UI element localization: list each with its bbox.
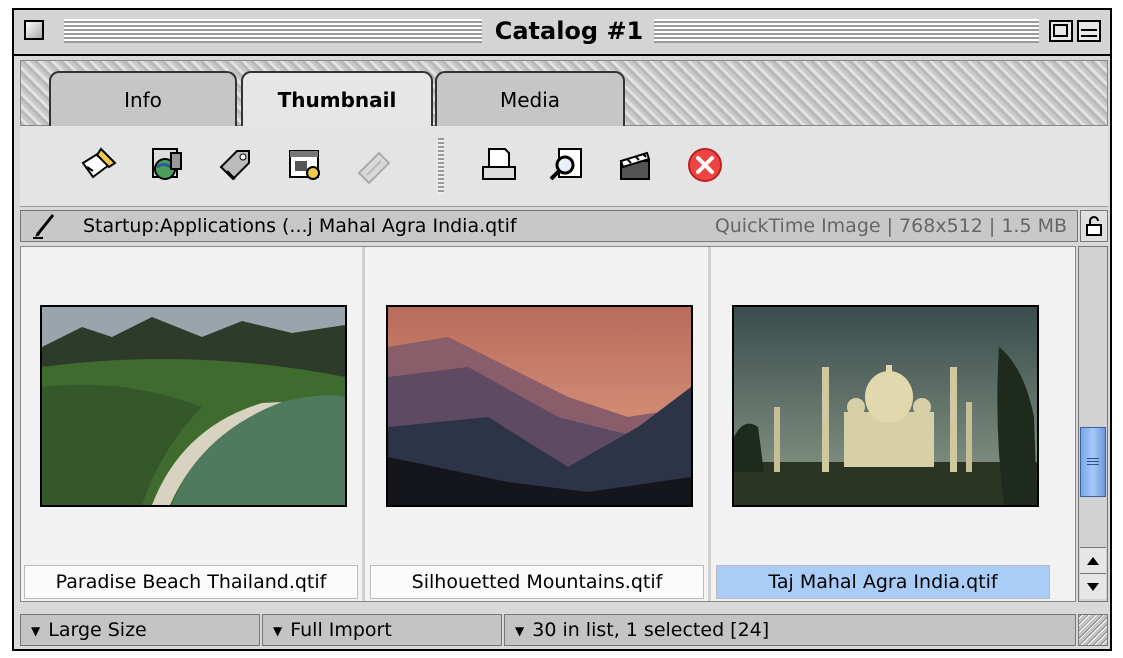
vertical-scrollbar[interactable] [1078,246,1108,602]
thumbnail-caption[interactable]: Paradise Beach Thailand.qtif [24,565,358,599]
filmstrip-icon[interactable] [350,142,396,188]
tab-thumbnail[interactable]: Thumbnail [241,71,433,129]
zoom-box[interactable] [1049,20,1073,42]
tab-strip: Info Thumbnail Media [20,60,1108,129]
toolbar [20,126,1108,207]
path-bar: Startup:Applications (...j Mahal Agra In… [20,210,1078,242]
size-popup[interactable]: ▼ Large Size [20,614,260,646]
window-title: Catalog #1 [494,17,644,45]
size-popup-label: Large Size [48,619,147,641]
pencil-icon [31,211,61,248]
edit-icon[interactable] [76,142,122,188]
scroll-up-arrow-icon[interactable] [1080,547,1106,573]
tab-info[interactable]: Info [49,71,237,127]
popup-triangle-icon: ▼ [31,623,41,638]
magnify-icon[interactable] [544,142,590,188]
clapper-icon[interactable] [612,142,658,188]
thumbnail-caption[interactable]: Silhouetted Mountains.qtif [370,565,704,599]
thumbnail-cell[interactable]: Silhouetted Mountains.qtif [367,247,711,601]
thumbnail-grid: Paradise Beach Thailand.qtif Silhouetted… [20,246,1076,602]
catalog-window: Catalog #1 Info Thumbnail Media Startup:… [12,8,1112,651]
import-popup[interactable]: ▼ Full Import [262,614,502,646]
list-count-label: 30 in list, 1 selected [24] [532,619,770,641]
thumbnail-caption-selected[interactable]: Taj Mahal Agra India.qtif [716,565,1050,599]
thumbnail-image-beach[interactable] [40,305,347,507]
print-icon[interactable] [476,142,522,188]
import-popup-label: Full Import [290,619,392,641]
thumbnail-image-taj-mahal[interactable] [732,305,1039,507]
tag-icon[interactable] [212,142,258,188]
scroll-down-arrow-icon[interactable] [1080,573,1106,599]
scrollbar-thumb[interactable] [1080,427,1106,497]
toolbar-separator [438,138,444,194]
resize-grip-icon[interactable] [1078,614,1108,646]
thumbnail-image-mountains[interactable] [386,305,693,507]
file-path: Startup:Applications (...j Mahal Agra In… [83,215,517,237]
list-count-popup[interactable]: ▼ 30 in list, 1 selected [24] [504,614,1076,646]
form-icon[interactable] [282,142,328,188]
thumbnail-cell[interactable]: Paradise Beach Thailand.qtif [21,247,365,601]
tab-media[interactable]: Media [435,71,625,127]
title-bar-stripes [64,19,482,43]
popup-triangle-icon: ▼ [515,623,525,638]
title-bar-stripes [654,19,1039,43]
popup-triangle-icon: ▼ [273,623,283,638]
delete-icon[interactable] [682,142,728,188]
globe-search-icon[interactable] [144,142,190,188]
collapse-box[interactable] [1077,20,1101,42]
lock-icon[interactable] [1080,210,1108,242]
title-bar[interactable]: Catalog #1 [14,10,1110,56]
close-box[interactable] [24,20,44,40]
thumbnail-cell[interactable]: Taj Mahal Agra India.qtif [713,247,1057,601]
file-info: QuickTime Image | 768x512 | 1.5 MB [714,215,1067,237]
